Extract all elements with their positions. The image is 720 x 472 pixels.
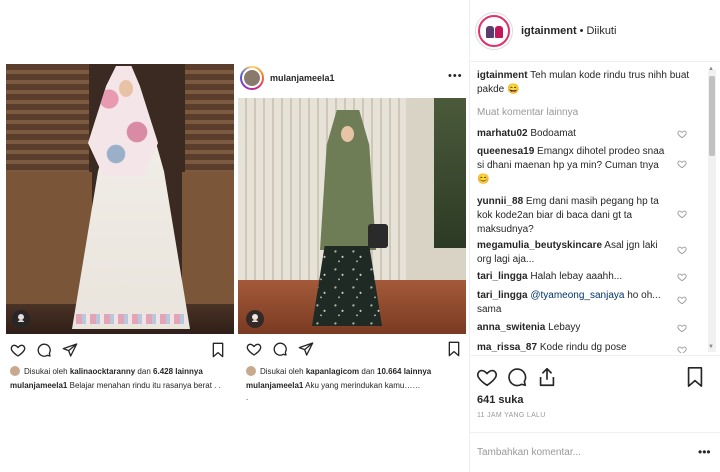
share-icon [298,342,314,356]
card2-username: mulanjameela1 [270,73,335,83]
add-comment-bar: ••• [470,432,720,472]
list-item: tari_lingga @tyameong_sanjaya ho oh... s… [477,290,661,315]
comment-icon [37,343,51,357]
card2-actions [246,341,324,357]
heart-icon [246,343,262,356]
comment-heart-icon[interactable] [677,345,687,353]
comment-heart-icon[interactable] [677,129,687,139]
mini-avatar [246,366,256,376]
photo-white-gown [6,64,234,334]
mini-avatar [10,366,20,376]
post-actions: 641 suka 11 JAM YANG LALU [470,355,720,435]
list-item: anna_switenia Lebayy [477,322,581,333]
likes-count[interactable]: 641 suka [477,394,523,406]
post-side-panel: igtainment • Diikuti igtainment Teh mula… [470,0,720,472]
post-timestamp: 11 JAM YANG LALU [477,412,546,419]
user-tag-icon [12,310,30,328]
card2-caption: mulanjameela1 Aku yang merindukan kamu……… [246,381,421,402]
list-item: megamulia_beutyskincare Asal jgn laki or… [477,240,658,265]
comment-heart-icon[interactable] [677,209,687,219]
share-icon [62,343,78,357]
comments-list[interactable]: igtainment Teh mulan kode rindu trus nih… [470,63,720,353]
card1-actions [10,342,88,358]
photo-green-hijab [238,98,466,334]
comment-heart-icon[interactable] [677,295,687,305]
card1-liked-by: Disukai oleh kalinaocktaranny dan 6.428 … [10,366,203,376]
card2-header: mulanjameela1 [240,66,335,90]
scroll-down-arrow-icon[interactable]: ▼ [708,344,714,350]
card2-liked-by: Disukai oleh kapanlagicom dan 10.664 lai… [246,366,431,376]
post-caption: igtainment Teh mulan kode rindu trus nih… [477,70,690,95]
list-item: marhatu02 Bodoamat [477,128,576,139]
avatar[interactable] [475,11,513,50]
follow-status-button[interactable]: Diikuti [586,25,616,37]
comment-icon [273,342,287,356]
comment-icon[interactable] [506,366,528,388]
avatar [240,66,264,90]
comment-input[interactable] [477,447,677,458]
list-item: tari_lingga Halah lebay aaahh... [477,271,623,282]
bookmark-icon [212,342,224,358]
comment-heart-icon[interactable] [677,272,687,282]
more-options-icon: ••• [448,70,463,82]
post-header: igtainment • Diikuti [470,0,720,62]
header-separator: • [579,24,584,37]
comment-heart-icon[interactable] [677,245,687,255]
list-item: yunnii_88 Emg dani masih pegang hp ta ko… [477,196,659,235]
more-options-icon[interactable]: ••• [698,445,711,459]
list-item: ma_rissa_87 Kode rindu dg pose [477,342,627,353]
card1-caption: mulanjameela1 Belajar menahan rindu itu … [10,381,221,390]
heart-icon [10,344,26,357]
share-upload-icon[interactable] [536,366,558,388]
scroll-up-arrow-icon[interactable]: ▲ [708,66,714,72]
post-image[interactable]: Disukai oleh kalinaocktaranny dan 6.428 … [0,0,470,472]
scrollbar-thumb[interactable] [709,76,715,156]
comment-heart-icon[interactable] [677,323,687,333]
list-item: queenesa19 Emangx dihotel prodeo snaa si… [477,146,665,185]
like-heart-icon[interactable] [476,366,498,388]
comment-heart-icon[interactable] [677,159,687,169]
load-more-comments-link[interactable]: Muat komentar lainnya [477,107,578,118]
post-author-username[interactable]: igtainment [521,25,577,37]
bookmark-icon[interactable] [684,366,706,388]
bookmark-icon [448,341,460,357]
user-tag-icon [246,310,264,328]
